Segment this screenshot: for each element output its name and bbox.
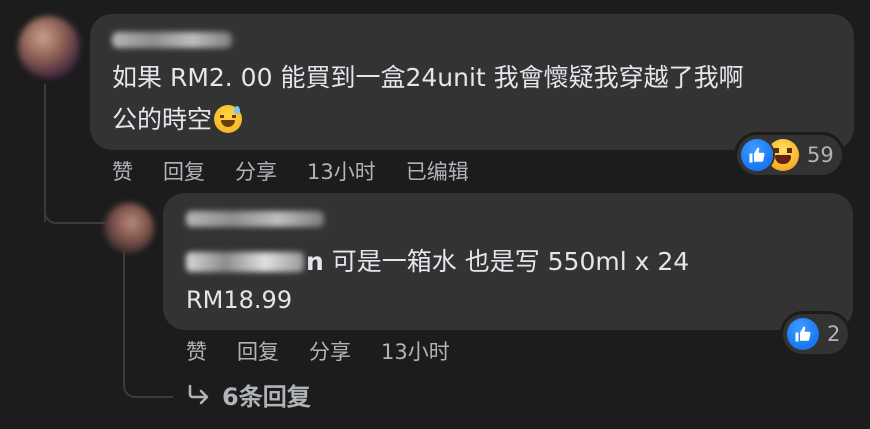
like-reaction-icon	[787, 318, 819, 350]
mention-suffix[interactable]: n	[306, 247, 324, 276]
reply-like-button[interactable]: 赞	[186, 336, 207, 366]
reply-actions: 赞 回复 分享 13小时	[186, 336, 480, 366]
sweat-smile-emoji-icon	[214, 105, 243, 133]
reaction-summary[interactable]: 59	[737, 135, 842, 175]
comment-text-line-2-content: 公的時空	[112, 105, 213, 134]
thread-connector-elbow	[44, 190, 106, 224]
reply-timestamp[interactable]: 13小时	[381, 336, 450, 366]
comment-actions: 赞 回复 分享 13小时 已编辑	[112, 156, 499, 186]
reply-reaction-summary[interactable]: 2	[783, 314, 849, 354]
like-reaction-icon	[741, 139, 773, 171]
timestamp[interactable]: 13小时	[307, 156, 376, 186]
share-button[interactable]: 分享	[235, 156, 277, 186]
reply-author-name-redacted[interactable]	[186, 211, 324, 227]
avatar[interactable]	[18, 16, 80, 78]
reply-share-button[interactable]: 分享	[309, 336, 351, 366]
reply-text-line-2: RM18.99	[186, 286, 293, 314]
reply-button[interactable]: 回复	[163, 156, 205, 186]
edited-label[interactable]: 已编辑	[406, 156, 469, 186]
reply-arrow-icon	[186, 384, 210, 406]
mention-tag-redacted[interactable]	[186, 252, 304, 272]
like-button[interactable]: 赞	[112, 156, 133, 186]
reply-text-content: 可是一箱水 也是写 550ml x 24	[323, 247, 690, 276]
reply-text-line-1: n 可是一箱水 也是写 550ml x 24	[186, 243, 689, 281]
view-replies-label[interactable]: 6条回复	[222, 377, 311, 412]
author-name-redacted[interactable]	[112, 32, 232, 48]
comment-text-line-2: 公的時空	[112, 101, 243, 139]
reply-reaction-count: 2	[827, 322, 841, 346]
reply-reply-button[interactable]: 回复	[237, 336, 279, 366]
reaction-count: 59	[807, 143, 834, 167]
comment-thread: 如果 RM2. 00 能買到一盒24unit 我會懷疑我穿越了我啊 公的時空 赞…	[0, 0, 870, 429]
view-replies-link[interactable]: 6条回复	[186, 377, 311, 412]
reply-avatar[interactable]	[104, 203, 154, 253]
comment-text-line-1: 如果 RM2. 00 能買到一盒24unit 我會懷疑我穿越了我啊	[112, 63, 744, 92]
